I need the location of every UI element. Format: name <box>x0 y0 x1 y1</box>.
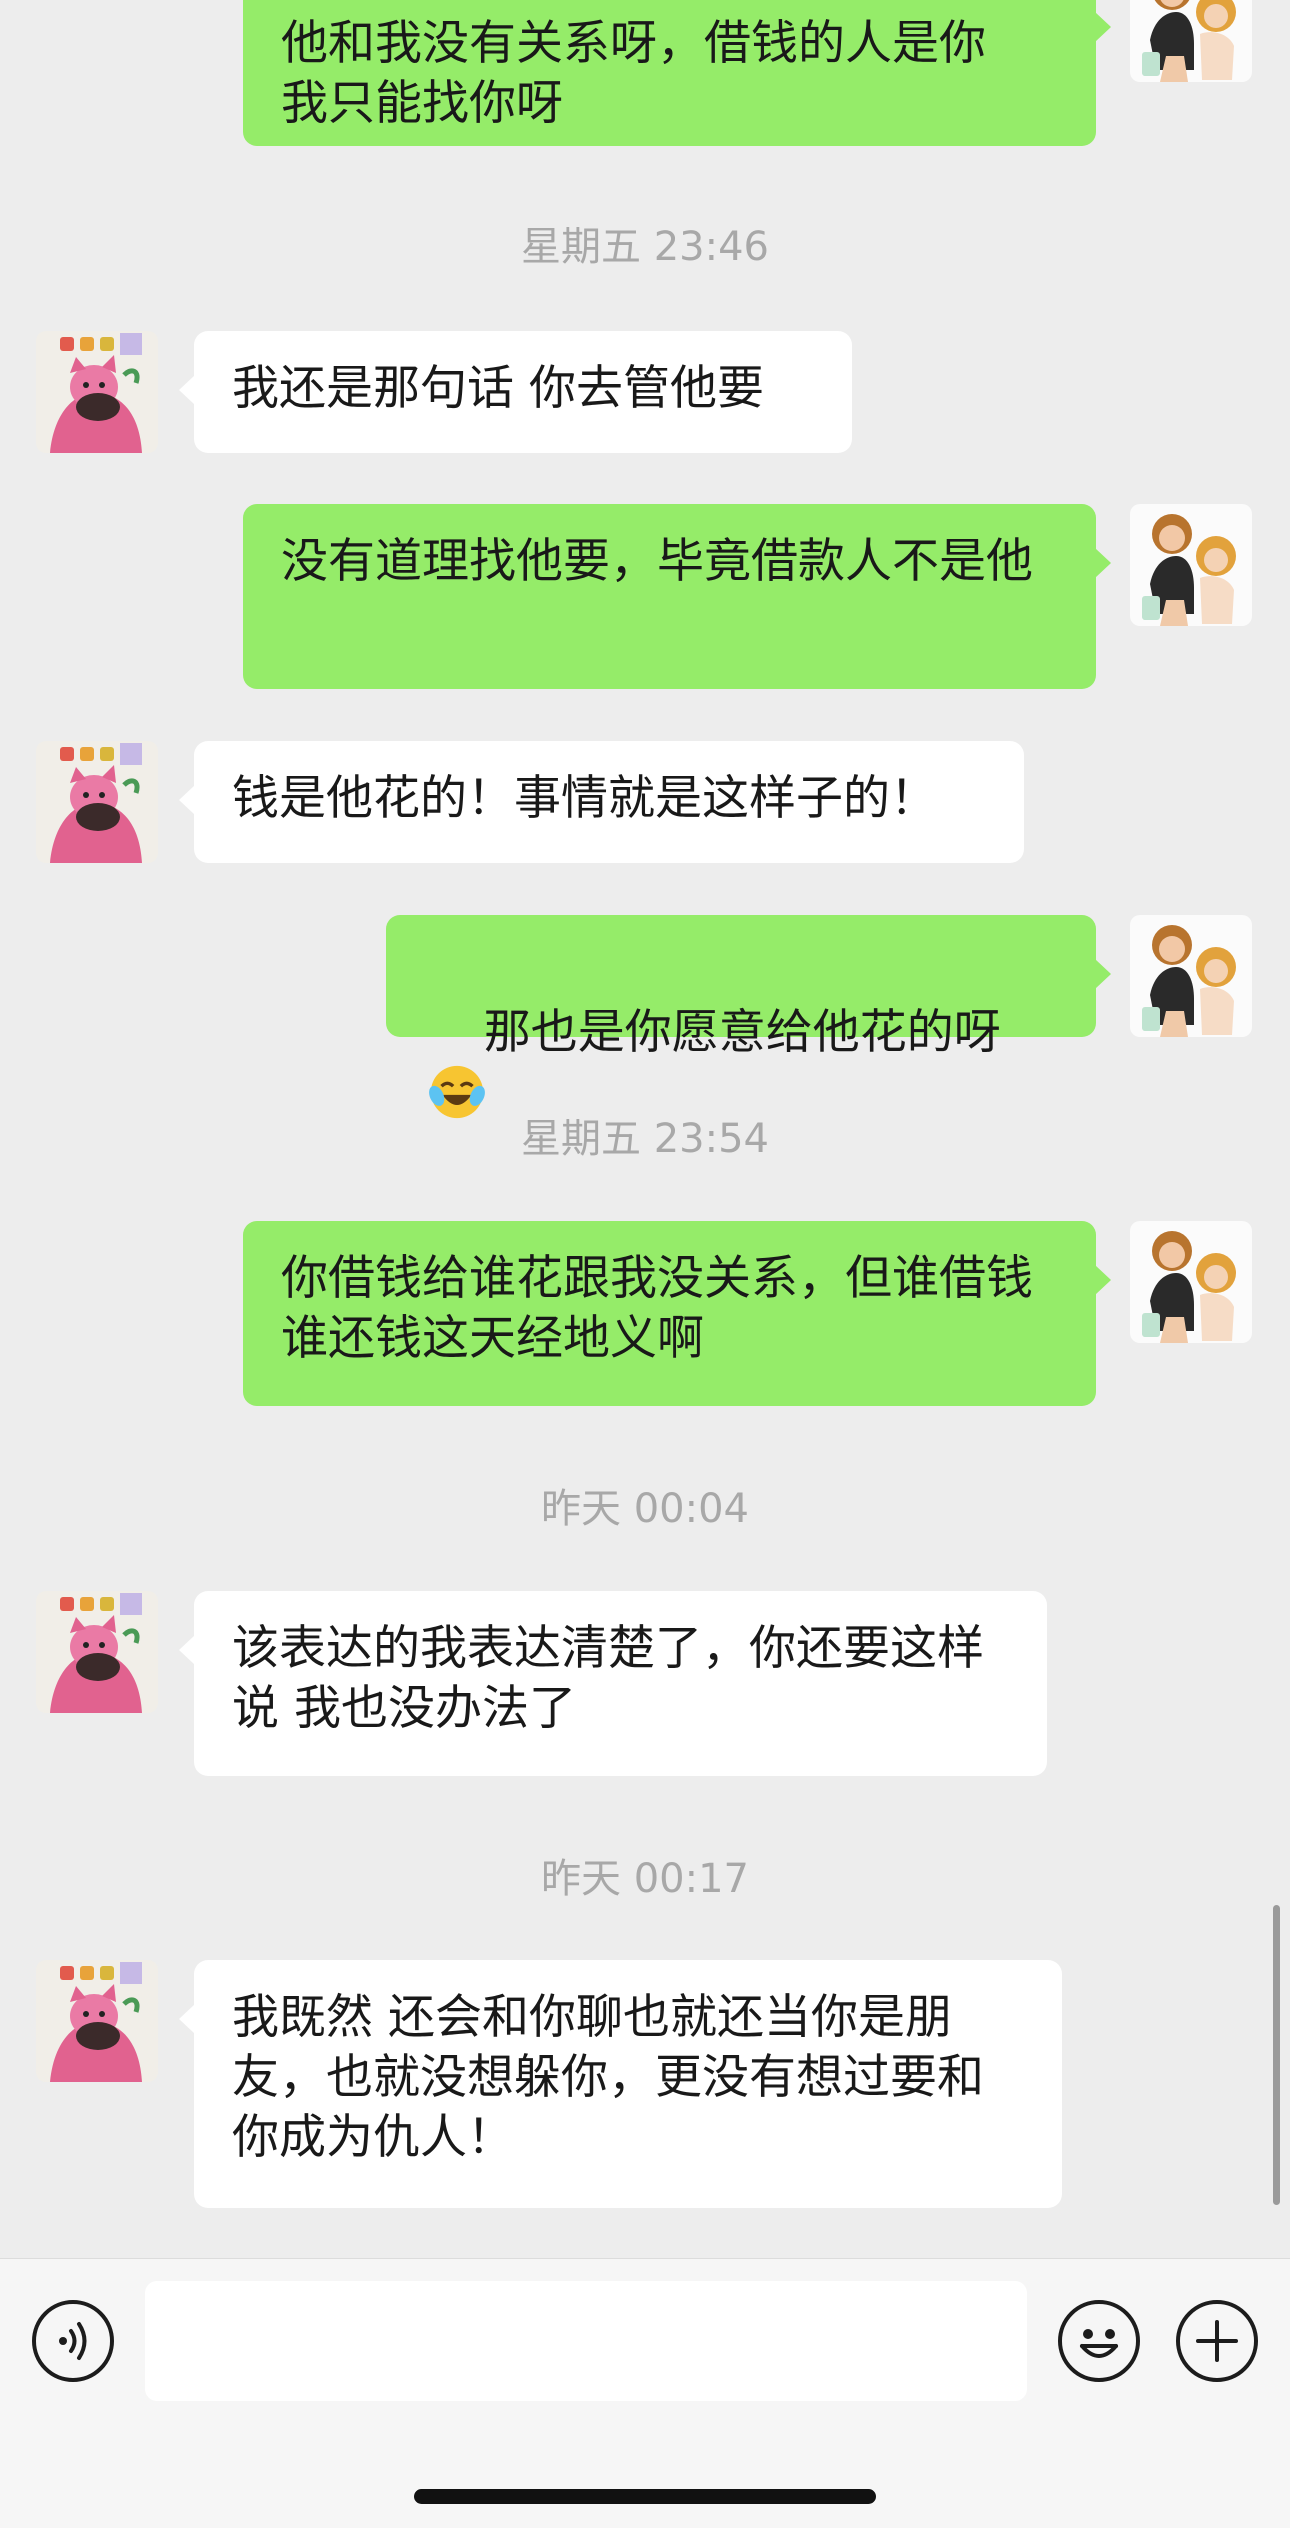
message-bubble-outgoing[interactable]: 他和我没有关系呀，借钱的人是你 我只能找你呀 <box>243 0 1111 146</box>
my-avatar[interactable] <box>1130 504 1252 626</box>
emoji-button[interactable] <box>1058 2300 1140 2382</box>
message-bubble-incoming[interactable]: 该表达的我表达清楚了，你还要这样说 我也没办法了 <box>179 1591 1047 1776</box>
my-avatar[interactable] <box>1130 1221 1252 1343</box>
message-bubble-incoming[interactable]: 钱是他花的！事情就是这样子的！ <box>179 741 1024 863</box>
plus-button[interactable] <box>1176 2300 1258 2382</box>
home-indicator[interactable] <box>414 2489 876 2504</box>
message-bubble-outgoing[interactable]: 没有道理找他要，毕竟借款人不是他 <box>243 504 1111 689</box>
timestamp: 星期五 23:54 <box>521 1116 769 1162</box>
my-avatar[interactable] <box>1130 915 1252 1037</box>
message-input[interactable] <box>145 2281 1027 2401</box>
contact-avatar[interactable] <box>36 741 158 863</box>
message-bubble-outgoing[interactable]: 你借钱给谁花跟我没关系，但谁借钱谁还钱这天经地义啊 <box>243 1221 1111 1406</box>
plus-icon <box>1196 2320 1238 2362</box>
message-bubble-outgoing[interactable]: 那也是你愿意给他花的呀 <box>386 915 1111 1037</box>
chat-area: 他和我没有关系呀，借钱的人是你 我只能找你呀 星期五 23:46 我还是那句话 … <box>0 0 1290 2258</box>
input-bar <box>0 2258 1290 2528</box>
message-bubble-incoming[interactable]: 我既然 还会和你聊也就还当你是朋友，也就没想躲你，更没有想过要和你成为仇人！ <box>179 1960 1062 2208</box>
my-avatar[interactable] <box>1130 0 1252 82</box>
message-text: 那也是你愿意给他花的呀 <box>483 1005 1001 1060</box>
contact-avatar[interactable] <box>36 1591 158 1713</box>
timestamp: 昨天 00:17 <box>541 1856 749 1902</box>
timestamp: 昨天 00:04 <box>541 1486 749 1532</box>
contact-avatar[interactable] <box>36 331 158 453</box>
voice-button[interactable] <box>32 2300 114 2382</box>
laughing-crying-emoji-icon <box>428 1063 486 1121</box>
message-bubble-incoming[interactable]: 我还是那句话 你去管他要 <box>179 331 852 453</box>
smiley-icon <box>1080 2329 1118 2358</box>
contact-avatar[interactable] <box>36 1960 158 2082</box>
scrollbar[interactable] <box>1273 1905 1280 2205</box>
timestamp: 星期五 23:46 <box>521 224 769 270</box>
voice-icon <box>59 2322 87 2360</box>
